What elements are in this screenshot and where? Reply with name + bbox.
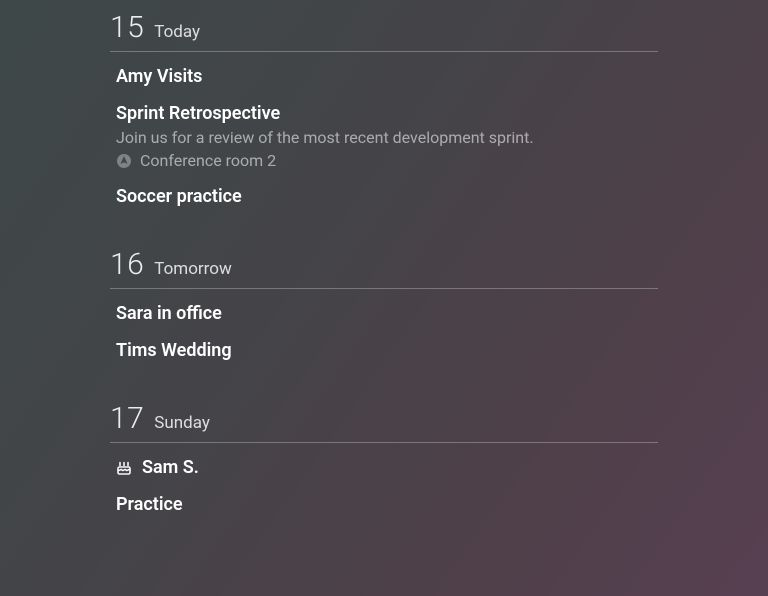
event-location-text: Conference room 2 [140, 151, 276, 170]
day-header: 17 Sunday [110, 401, 658, 443]
event-item[interactable]: Sprint Retrospective Join us for a revie… [116, 103, 658, 170]
day-label: Today [154, 22, 200, 42]
birthday-icon [116, 460, 132, 476]
day-number: 15 [110, 10, 144, 45]
day-events: Amy Visits Sprint Retrospective Join us … [110, 52, 658, 207]
day-label: Sunday [154, 413, 210, 433]
day-section-sunday: 17 Sunday Sam S. [110, 401, 658, 515]
event-title: Sam S. [142, 457, 199, 478]
event-item[interactable]: Sam S. [116, 457, 658, 478]
day-section-tomorrow: 16 Tomorrow Sara in office Tims Wedding [110, 247, 658, 361]
event-title: Sara in office [116, 303, 658, 324]
day-section-today: 15 Today Amy Visits Sprint Retrospective… [110, 10, 658, 207]
agenda-list: 15 Today Amy Visits Sprint Retrospective… [0, 0, 768, 515]
event-item[interactable]: Amy Visits [116, 66, 658, 87]
event-title: Tims Wedding [116, 340, 658, 361]
event-item[interactable]: Practice [116, 494, 658, 515]
day-events: Sam S. Practice [110, 443, 658, 515]
event-title: Soccer practice [116, 186, 658, 207]
day-number: 17 [110, 401, 144, 436]
event-title: Sprint Retrospective [116, 103, 658, 124]
location-icon [116, 153, 132, 169]
day-number: 16 [110, 247, 144, 282]
day-label: Tomorrow [154, 259, 231, 279]
event-item[interactable]: Sara in office [116, 303, 658, 324]
day-header: 15 Today [110, 10, 658, 52]
event-item[interactable]: Tims Wedding [116, 340, 658, 361]
event-item[interactable]: Soccer practice [116, 186, 658, 207]
day-events: Sara in office Tims Wedding [110, 289, 658, 361]
event-description: Join us for a review of the most recent … [116, 128, 658, 147]
event-title: Amy Visits [116, 66, 658, 87]
event-location: Conference room 2 [116, 151, 658, 170]
day-header: 16 Tomorrow [110, 247, 658, 289]
event-title: Practice [116, 494, 658, 515]
